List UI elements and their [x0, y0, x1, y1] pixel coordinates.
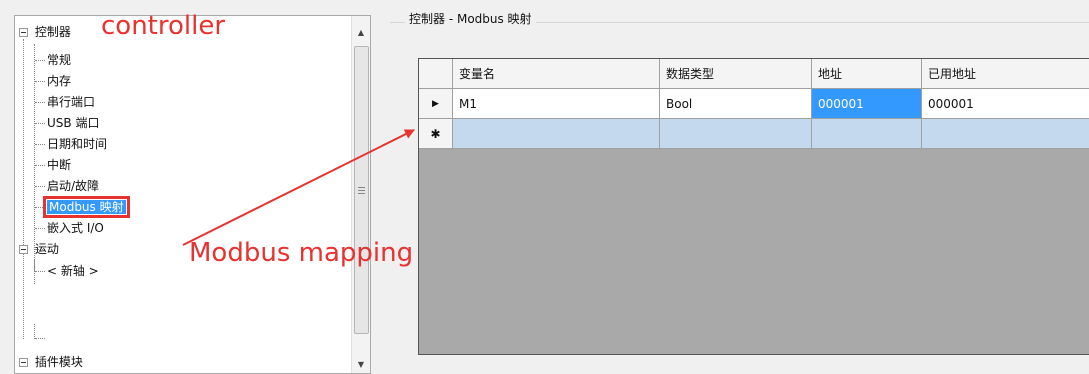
- cell-variable-name[interactable]: M1: [453, 89, 660, 119]
- grid-header-row: 变量名 数据类型 地址 已用地址: [419, 59, 1089, 89]
- tree-item-label: USB 端口: [47, 116, 100, 130]
- tree-guide-line: [34, 260, 35, 271]
- tree-item-label: Modbus 映射: [43, 196, 130, 218]
- tree-item-label: 日期和时间: [47, 137, 108, 151]
- tree-connector: [35, 338, 45, 339]
- collapse-icon[interactable]: [19, 358, 28, 367]
- tree-item-label: 嵌入式 I/O: [47, 221, 104, 235]
- tree-item-label: 运动: [34, 242, 59, 256]
- tree-connector: [35, 81, 45, 82]
- tree-item-label: < 新轴 >: [47, 264, 99, 278]
- tree-item-date-time[interactable]: 日期和时间: [47, 134, 107, 154]
- tree-item-startup-fault[interactable]: 启动/故障: [47, 176, 99, 196]
- annotation-modbus-mapping: Modbus mapping: [189, 238, 414, 268]
- column-header-used-address[interactable]: 已用地址: [922, 59, 1089, 89]
- new-row-icon[interactable]: ✱: [419, 119, 453, 149]
- annotation-controller: controller: [101, 11, 226, 41]
- column-header-variable-name[interactable]: 变量名: [453, 59, 660, 89]
- column-header-data-type[interactable]: 数据类型: [660, 59, 812, 89]
- scroll-up-icon[interactable]: ▲: [352, 24, 370, 41]
- tree-item-new-axis[interactable]: < 新轴 >: [47, 261, 99, 281]
- tree-connector: [35, 60, 45, 61]
- tree-item-plugin-modules[interactable]: 插件模块: [19, 352, 83, 372]
- tree-guide-line: [23, 39, 24, 339]
- modbus-mapping-grid[interactable]: 变量名 数据类型 地址 已用地址 ▶ M1 Bool 000001 000001…: [418, 58, 1089, 355]
- tree-connector: [35, 271, 45, 272]
- collapse-icon[interactable]: [19, 245, 28, 254]
- tree-connector: [35, 207, 45, 208]
- new-cell-data-type[interactable]: [660, 119, 812, 149]
- tree-item-usb-port[interactable]: USB 端口: [47, 113, 99, 133]
- tree-item-controller[interactable]: 控制器: [19, 22, 71, 42]
- tree-item-label: 内存: [47, 74, 72, 88]
- grid-corner-cell[interactable]: [419, 59, 453, 89]
- tree-item-label: 启动/故障: [47, 179, 100, 193]
- tree-connector: [35, 123, 45, 124]
- new-cell-variable-name[interactable]: [453, 119, 660, 149]
- tree-item-motion[interactable]: 运动: [19, 239, 59, 259]
- tree-connector: [35, 228, 45, 229]
- tree-item-label: 串行端口: [47, 95, 96, 109]
- tree-item-label: 常规: [47, 53, 72, 67]
- tree-item-label: 中断: [47, 158, 72, 172]
- cell-data-type[interactable]: Bool: [660, 89, 812, 119]
- tree-connector: [35, 165, 45, 166]
- tree-connector: [35, 144, 45, 145]
- tree-item-serial-port[interactable]: 串行端口: [47, 92, 95, 112]
- new-cell-address[interactable]: [812, 119, 922, 149]
- table-row[interactable]: ▶ M1 Bool 000001 000001: [419, 89, 1089, 119]
- column-header-address[interactable]: 地址: [812, 59, 922, 89]
- scroll-down-icon[interactable]: ▼: [352, 356, 370, 373]
- panel-title: 控制器 - Modbus 映射: [405, 10, 536, 27]
- tree-item-modbus-mapping[interactable]: Modbus 映射: [43, 196, 130, 218]
- new-row[interactable]: ✱: [419, 119, 1089, 149]
- current-row-icon[interactable]: ▶: [419, 89, 453, 119]
- cell-used-address[interactable]: 000001: [922, 89, 1089, 119]
- tree-item-embedded-io[interactable]: 嵌入式 I/O: [47, 218, 104, 238]
- tree-item-interrupt[interactable]: 中断: [47, 155, 71, 175]
- tree-connector: [35, 102, 45, 103]
- tree-item-memory[interactable]: 内存: [47, 71, 71, 91]
- collapse-icon[interactable]: [19, 28, 28, 37]
- cell-address[interactable]: 000001: [812, 89, 922, 119]
- tree-connector: [35, 186, 45, 187]
- scroll-thumb[interactable]: [354, 46, 369, 334]
- tree-guide-line: [34, 324, 35, 339]
- controller-tree[interactable]: 控制器 常规 内存 串行端口 USB 端口 日期和时间 中断 启动/故障 Mod…: [14, 15, 371, 374]
- tree-item-label: 插件模块: [34, 355, 83, 369]
- tree-item-general[interactable]: 常规: [47, 50, 71, 70]
- new-cell-used-address[interactable]: [922, 119, 1089, 149]
- tree-item-label: 控制器: [34, 25, 71, 39]
- tree-scrollbar[interactable]: ▲ ▼: [351, 16, 370, 373]
